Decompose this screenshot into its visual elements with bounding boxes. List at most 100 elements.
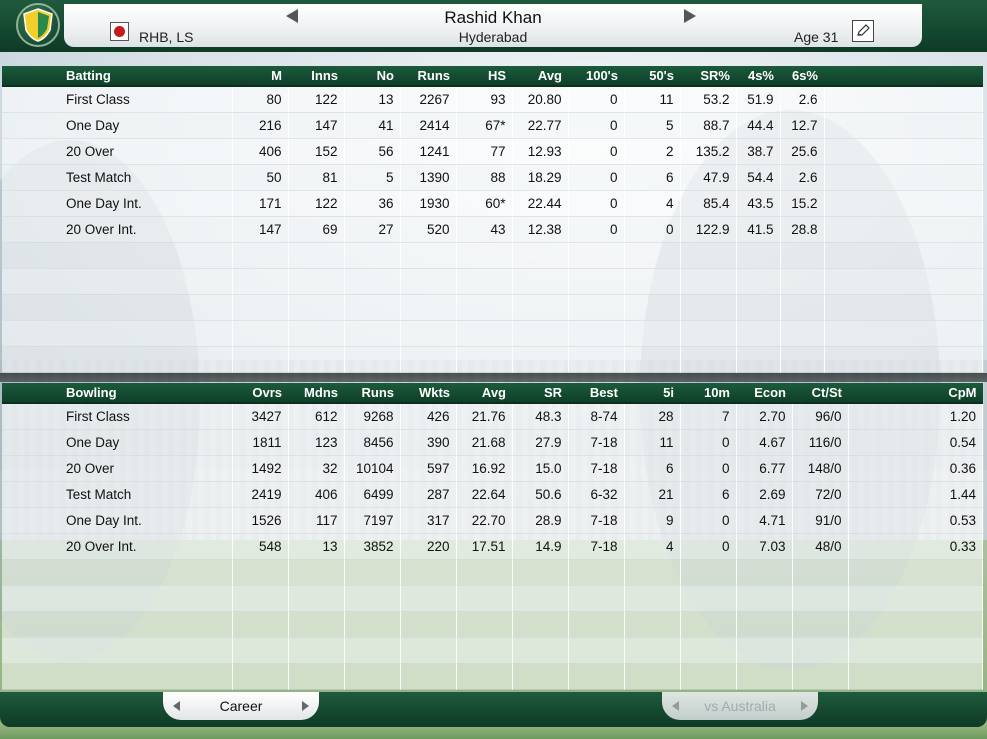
bowling-column-header: Runs — [344, 383, 400, 404]
bowling-empty-cell — [568, 663, 625, 690]
chevron-right-icon[interactable] — [302, 701, 309, 711]
bowling-stats-table: Bowling Ovrs Mdns Runs Wkts Avg SR Best 5i 10m Eco… — [2, 383, 983, 690]
bowling-cell: 0 — [680, 429, 737, 456]
batting-column-header: 50's — [624, 66, 680, 87]
next-player-arrow-icon[interactable] — [684, 9, 696, 23]
bowling-cell: 9 — [624, 507, 681, 534]
bowling-empty-cell — [792, 611, 849, 638]
bowling-cell: 148/0 — [792, 455, 849, 482]
bowling-cell: 10104 — [344, 455, 401, 482]
bowling-cell: 21 — [624, 481, 681, 508]
batting-column-header: SR% — [680, 66, 736, 87]
batting-cell: 147 — [232, 216, 289, 243]
batting-cell: 171 — [232, 190, 289, 217]
batting-column-header: Inns — [288, 66, 344, 87]
bowling-cell: 1.44 — [848, 481, 983, 508]
batting-column-header: Runs — [400, 66, 456, 87]
batting-row-label: One Day Int. — [2, 190, 233, 217]
bowling-empty-cell — [792, 559, 849, 586]
bowling-empty-cell — [512, 663, 569, 690]
batting-cell — [824, 86, 983, 113]
batting-cell: 69 — [288, 216, 345, 243]
bowling-column-header: 10m — [680, 383, 736, 404]
bowling-cell: 0.53 — [848, 507, 983, 534]
batting-empty-cell — [288, 346, 345, 373]
batting-empty-cell — [512, 320, 569, 347]
tab-career[interactable]: Career — [163, 692, 319, 720]
bowling-row: One Day 1811 123 8456 390 21.68 27.9 7-18 11 0 4.6… — [2, 429, 983, 456]
bowling-cell: 2.70 — [736, 403, 793, 430]
bowling-empty-cell — [288, 663, 345, 690]
section-divider — [0, 373, 987, 382]
batting-cell: 22.44 — [512, 190, 569, 217]
bowling-empty-row — [2, 559, 983, 586]
batting-cell: 2.6 — [780, 86, 825, 113]
batting-cell: 2414 — [400, 112, 457, 139]
bowling-cell: 3852 — [344, 533, 401, 560]
bowling-empty-cell — [848, 637, 983, 664]
bowling-cell: 28.9 — [512, 507, 569, 534]
batting-column-header: 4s% — [736, 66, 780, 87]
bowling-cell: 15.0 — [512, 455, 569, 482]
bowling-empty-cell — [736, 559, 793, 586]
batting-empty-cell — [824, 242, 983, 269]
bowling-empty-cell — [848, 611, 983, 638]
bowling-row-label: One Day — [2, 429, 233, 456]
batting-empty-cell — [288, 268, 345, 295]
batting-empty-row — [2, 294, 983, 321]
bowling-cell: 6499 — [344, 481, 401, 508]
batting-cell: 13 — [344, 86, 401, 113]
bowling-cell: 6 — [624, 455, 681, 482]
bowling-empty-cell — [568, 611, 625, 638]
tab-vs-opponent[interactable]: vs Australia — [662, 692, 818, 720]
bowling-cell: 1526 — [232, 507, 289, 534]
batting-row-label: One Day — [2, 112, 233, 139]
batting-cell: 122.9 — [680, 216, 737, 243]
player-name: Rashid Khan — [444, 8, 542, 27]
bowling-empty-row — [2, 663, 983, 690]
bowling-cell: 4 — [624, 533, 681, 560]
batting-empty-cell — [232, 242, 289, 269]
batting-cell — [824, 112, 983, 139]
bowling-column-header: Ovrs — [232, 383, 288, 404]
bowling-column-header: Wkts — [400, 383, 456, 404]
batting-empty-cell — [736, 320, 781, 347]
batting-cell: 47.9 — [680, 164, 737, 191]
chevron-left-icon[interactable] — [672, 701, 679, 711]
bowling-row: First Class 3427 612 9268 426 21.76 48.3 8-74 28… — [2, 403, 983, 430]
bowling-cell: 8-74 — [568, 403, 625, 430]
batting-row: 20 Over Int. 147 69 27 520 43 12.38 0 0 122.9 41.5… — [2, 216, 983, 243]
batting-cell: 0 — [568, 86, 625, 113]
tab-career-label: Career — [219, 698, 263, 714]
pencil-icon[interactable] — [852, 20, 874, 42]
bowling-column-header: Avg — [456, 383, 512, 404]
batting-row-label: 20 Over Int. — [2, 216, 233, 243]
batting-empty-cell — [780, 346, 825, 373]
batting-cell: 77 — [456, 138, 513, 165]
batting-empty-cell — [624, 294, 681, 321]
bowling-empty-cell — [344, 585, 401, 612]
batting-empty-cell — [824, 294, 983, 321]
bowling-row-label: 20 Over Int. — [2, 533, 233, 560]
bowling-body: First Class 3427 612 9268 426 21.76 48.3 8-74 28… — [2, 403, 983, 690]
batting-cell: 0 — [624, 216, 681, 243]
bowling-cell: 50.6 — [512, 481, 569, 508]
bowling-empty-cell — [568, 559, 625, 586]
bowling-cell: 0.33 — [848, 533, 983, 560]
batting-cell: 0 — [568, 164, 625, 191]
batting-empty-cell — [288, 320, 345, 347]
bowling-empty-cell — [512, 585, 569, 612]
batting-empty-cell — [680, 320, 737, 347]
chevron-right-icon[interactable] — [801, 701, 808, 711]
batting-cell: 20.80 — [512, 86, 569, 113]
batting-empty-cell — [512, 268, 569, 295]
batting-empty-cell — [512, 294, 569, 321]
bowling-cell: 116/0 — [792, 429, 849, 456]
bowling-empty-cell — [624, 611, 681, 638]
batting-cell: 12.93 — [512, 138, 569, 165]
chevron-left-icon[interactable] — [173, 701, 180, 711]
bowling-cell: 48.3 — [512, 403, 569, 430]
batting-empty-cell — [780, 320, 825, 347]
bowling-empty-cell — [512, 559, 569, 586]
batting-row-label: 20 Over — [2, 138, 233, 165]
